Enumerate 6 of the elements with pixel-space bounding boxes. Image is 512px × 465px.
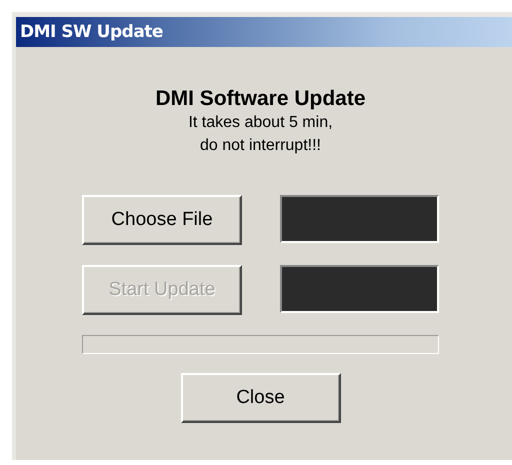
message-text: do not interrupt!!!	[199, 136, 322, 156]
window-title: DMI SW Update	[16, 17, 512, 47]
message-text: It takes about 5 min,	[187, 113, 334, 133]
choose-file-button[interactable]: Choose File	[82, 195, 242, 245]
close-button[interactable]: Close	[180, 373, 340, 423]
dialog-heading: DMI Software Update	[154, 87, 367, 111]
